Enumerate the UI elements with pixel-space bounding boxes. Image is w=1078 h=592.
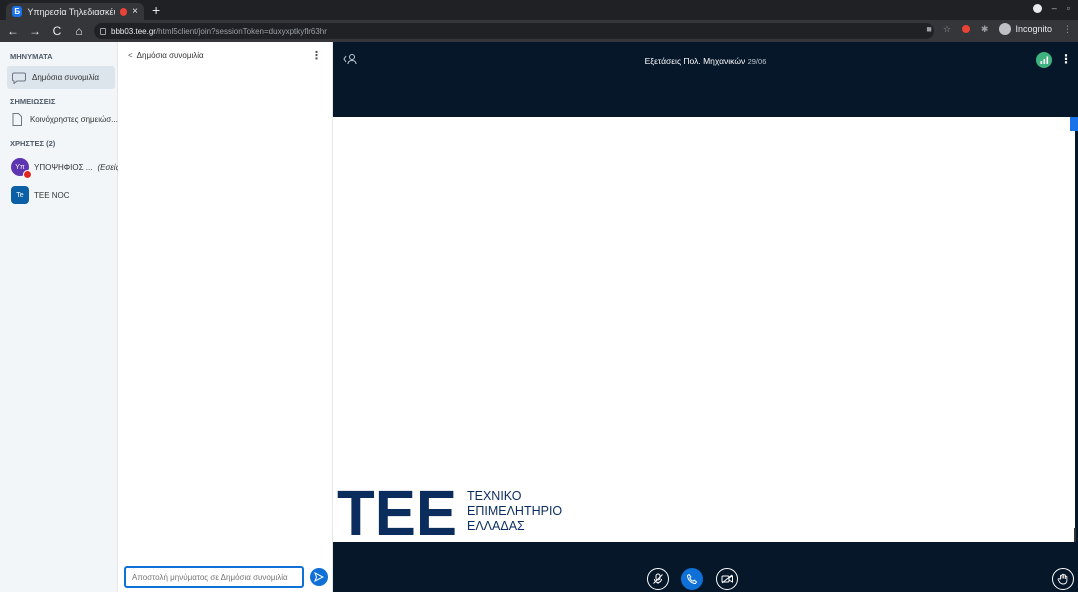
browser-tabstrip: Ƃ Υπηρεσία Τηλεδιασκέψ × + – ▫ xyxy=(0,0,1078,20)
logo-text: ΤΕΧΝΙΚΟ ΕΠΙΜΕΛΗΤΗΡΙΟ ΕΛΛΑΔΑΣ xyxy=(467,489,562,534)
send-icon xyxy=(314,572,324,582)
chat-title: Δημόσια συνομιλία xyxy=(136,51,204,60)
chat-panel: < Δημόσια συνομιλία ⋮ xyxy=(118,42,333,592)
mute-button[interactable] xyxy=(647,568,669,590)
main-options-icon[interactable]: ⋮ xyxy=(1060,52,1072,66)
signal-bars-icon xyxy=(1040,56,1048,64)
chat-options-icon[interactable]: ⋮ xyxy=(311,49,322,62)
connection-status-button[interactable] xyxy=(1036,52,1052,68)
logo-line: ΤΕΧΝΙΚΟ xyxy=(467,489,522,503)
shared-notes-label: Κοινόχρηστες σημειώσ... xyxy=(30,115,118,124)
slide-scroll-handle[interactable] xyxy=(1074,528,1076,542)
new-tab-button[interactable]: + xyxy=(152,2,160,18)
presentation-slide: TEE ΤΕΧΝΙΚΟ ΕΠΙΜΕΛΗΤΗΡΙΟ ΕΛΛΑΔΑΣ xyxy=(333,117,1075,542)
action-bar xyxy=(333,542,1078,592)
user-list-sidebar: ΜΗΝΥΜΑΤΑ Δημόσια συνομιλία ΣΗΜΕΙΩΣΕΙΣ Κο… xyxy=(0,42,122,592)
tab-close-icon[interactable]: × xyxy=(132,6,138,17)
video-off-icon xyxy=(721,574,733,584)
mic-muted-icon xyxy=(653,573,663,584)
tab-title: Υπηρεσία Τηλεδιασκέψ xyxy=(27,6,115,17)
camera-permission-icon[interactable]: ■ xyxy=(926,24,931,34)
chevron-left-icon: < xyxy=(128,51,133,60)
presentation-area: Εξετάσεις Πολ. Μηχανικών 29/06 ⋮ TEE ΤΕΧ… xyxy=(333,42,1078,592)
meeting-name: Εξετάσεις Πολ. Μηχανικών xyxy=(644,56,746,66)
avatar: Te xyxy=(11,186,29,204)
raise-hand-button[interactable] xyxy=(1052,568,1074,590)
incognito-label: Incognito xyxy=(1015,24,1052,34)
avatar-initials: Υπ xyxy=(15,163,25,171)
url-host: bbb03.tee.gr xyxy=(111,26,156,36)
tee-logo-mark: TEE xyxy=(337,485,457,537)
maximize-icon[interactable]: ▫ xyxy=(1067,3,1070,13)
notes-section-title: ΣΗΜΕΙΩΣΕΙΣ xyxy=(10,97,56,106)
url-path: /html5client/join?sessionToken=duxyxptky… xyxy=(155,26,327,36)
chat-bubble-icon xyxy=(12,72,26,84)
home-button[interactable]: ⌂ xyxy=(70,24,88,38)
lock-icon[interactable] xyxy=(100,27,106,35)
url-text: bbb03.tee.gr/html5client/join?sessionTok… xyxy=(111,27,327,36)
chat-message-input[interactable] xyxy=(124,566,304,588)
user-name: ΥΠΟΨΗΦΙΟΣ ... xyxy=(34,162,93,172)
minimize-icon[interactable]: – xyxy=(1052,3,1057,13)
toolbar-right: ■ ☆ ✱ Incognito ⋮ xyxy=(926,23,1072,35)
chat-back-button[interactable]: < Δημόσια συνομιλία xyxy=(128,51,204,60)
phone-icon xyxy=(686,573,698,585)
user-list-item[interactable]: Υπ ΥΠΟΨΗΦΙΟΣ ... (Εσείς) xyxy=(11,158,122,179)
incognito-icon xyxy=(999,23,1012,35)
messages-section-title: ΜΗΝΥΜΑΤΑ xyxy=(10,52,53,61)
public-chat-label: Δημόσια συνομιλία xyxy=(32,73,99,82)
send-button[interactable] xyxy=(310,568,328,586)
extension-icon[interactable] xyxy=(961,25,970,33)
avatar-initials: Te xyxy=(16,191,24,199)
muted-badge-icon xyxy=(23,170,32,179)
logo-mark-text: TEE xyxy=(337,485,457,537)
meeting-date: 29/06 xyxy=(747,57,767,66)
sidebar-item-shared-notes[interactable]: Κοινόχρηστες σημειώσ... xyxy=(12,113,118,126)
user-list-item[interactable]: Te TEE NOC xyxy=(11,186,70,204)
logo-line: ΕΛΛΑΔΑΣ xyxy=(467,519,525,533)
back-button[interactable]: ← xyxy=(4,24,22,38)
browser-menu-icon[interactable]: ⋮ xyxy=(1063,24,1072,35)
share-webcam-button[interactable] xyxy=(716,568,738,590)
reload-button[interactable]: C xyxy=(48,24,66,38)
leave-audio-button[interactable] xyxy=(681,568,703,590)
tab-favicon-icon: Ƃ xyxy=(12,6,23,17)
extensions-puzzle-icon[interactable]: ✱ xyxy=(981,24,989,35)
users-section-title: ΧΡΗΣΤΕΣ (2) xyxy=(10,139,56,148)
user-name: TEE NOC xyxy=(34,190,70,200)
window-controls: – ▫ xyxy=(1032,3,1070,13)
incognito-badge[interactable]: Incognito xyxy=(999,23,1052,35)
profile-icon[interactable] xyxy=(1032,3,1042,13)
sidebar-item-public-chat[interactable]: Δημόσια συνομιλία xyxy=(7,66,115,89)
browser-toolbar: ← → C ⌂ bbb03.tee.gr/html5client/join?se… xyxy=(0,20,1078,42)
meeting-title: Εξετάσεις Πολ. Μηχανικών 29/06 xyxy=(333,56,1078,66)
presentation-toolbar-toggle[interactable] xyxy=(1070,117,1078,131)
address-bar[interactable]: bbb03.tee.gr/html5client/join?sessionTok… xyxy=(94,23,934,39)
avatar: Υπ xyxy=(11,158,32,179)
logo-line: ΕΠΙΜΕΛΗΤΗΡΙΟ xyxy=(467,504,563,518)
browser-tab[interactable]: Ƃ Υπηρεσία Τηλεδιασκέψ × xyxy=(6,3,144,20)
document-icon xyxy=(12,113,22,126)
bookmark-star-icon[interactable]: ☆ xyxy=(943,24,951,35)
raise-hand-icon xyxy=(1057,573,1068,585)
recording-indicator-icon xyxy=(119,7,128,16)
forward-button[interactable]: → xyxy=(26,24,44,38)
